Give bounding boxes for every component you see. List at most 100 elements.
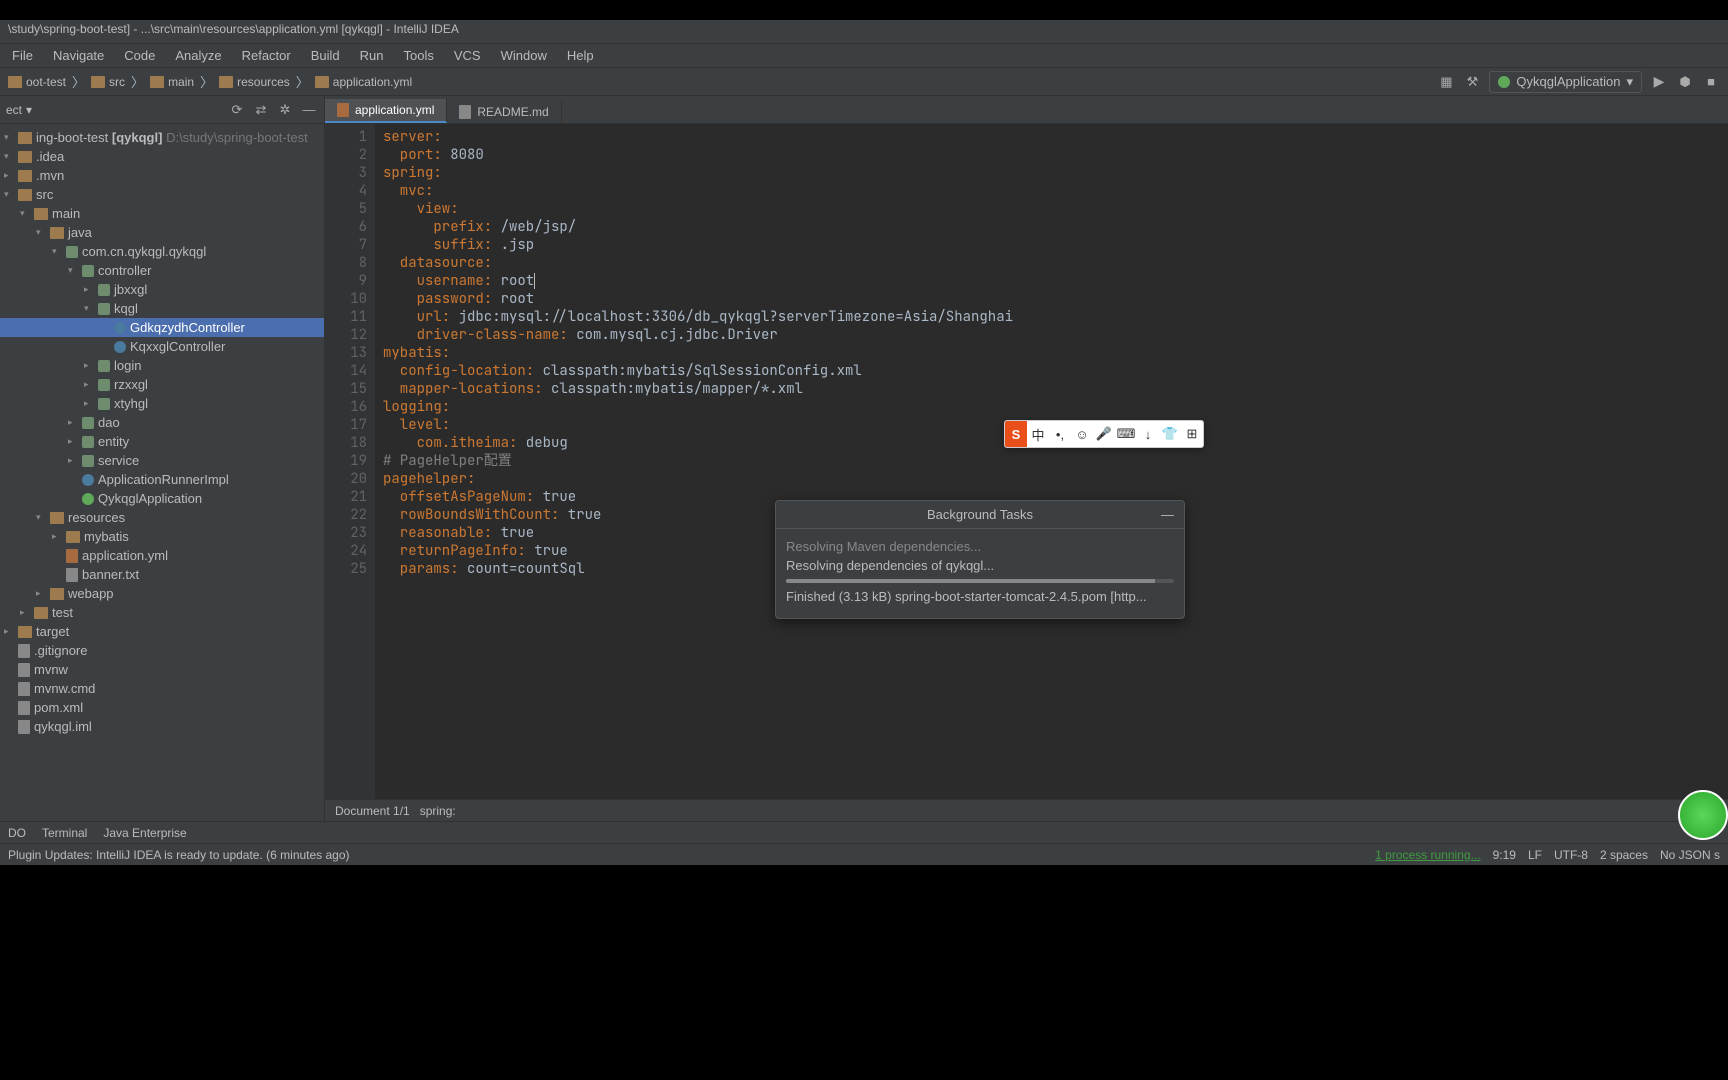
json-schema[interactable]: No JSON s [1660,848,1720,862]
folder-icon [18,626,32,638]
tool-window-terminal[interactable]: Terminal [42,826,87,840]
ime-button[interactable]: ⊞ [1181,421,1203,447]
encoding[interactable]: UTF-8 [1554,848,1588,862]
tree-item-entity[interactable]: ▸entity [0,432,324,451]
menu-analyze[interactable]: Analyze [167,46,229,65]
tree-item-service[interactable]: ▸service [0,451,324,470]
folder-icon [66,531,80,543]
tree-item-controller[interactable]: ▾controller [0,261,324,280]
ime-button[interactable]: 中 [1027,421,1049,447]
project-tree[interactable]: ▾ing-boot-test [qykqgl] D:\study\spring-… [0,124,324,821]
menu-help[interactable]: Help [559,46,602,65]
tab-application-yml[interactable]: application.yml [325,99,447,123]
menu-file[interactable]: File [4,46,41,65]
chevron-right-icon: 〉 [296,72,309,91]
tree-item-com-cn-qykqgl-qykqgl[interactable]: ▾com.cn.qykqgl.qykqgl [0,242,324,261]
tree-item-mvnw-cmd[interactable]: mvnw.cmd [0,679,324,698]
tree-item-mvnw[interactable]: mvnw [0,660,324,679]
hammer-icon[interactable]: ⚒ [1463,73,1481,91]
tab-readme-md[interactable]: README.md [447,101,561,123]
tree-item-applicationrunnerimpl[interactable]: ApplicationRunnerImpl [0,470,324,489]
menu-refactor[interactable]: Refactor [234,46,299,65]
bg-tasks-title: Background Tasks — [776,501,1184,529]
tree-item-gdkqzydhcontroller[interactable]: GdkqzydhController [0,318,324,337]
tree-item-kqgl[interactable]: ▾kqgl [0,299,324,318]
menu-run[interactable]: Run [352,46,392,65]
editor-breadcrumb: Document 1/1 spring: [325,799,1728,821]
tree-item-application-yml[interactable]: application.yml [0,546,324,565]
processes-link[interactable]: 1 process running... [1375,848,1480,862]
menu-build[interactable]: Build [303,46,348,65]
bg-task-line: Finished (3.13 kB) spring-boot-starter-t… [786,589,1174,604]
titlebar: \study\spring-boot-test] - ...\src\main\… [0,20,1728,44]
chevron-right-icon: 〉 [72,72,85,91]
breadcrumb-item[interactable]: oot-test [8,75,66,89]
class-icon [114,322,126,334]
ime-button[interactable]: •, [1049,421,1071,447]
tree-item-test[interactable]: ▸test [0,603,324,622]
tree-item-resources[interactable]: ▾resources [0,508,324,527]
breadcrumb-item[interactable]: main [150,75,194,89]
ime-button[interactable]: ⌨ [1115,421,1137,447]
minimize-icon[interactable]: — [1161,507,1174,522]
tree-root[interactable]: ▾ing-boot-test [qykqgl] D:\study\spring-… [0,128,324,147]
menu-code[interactable]: Code [116,46,163,65]
tree-item-webapp[interactable]: ▸webapp [0,584,324,603]
collapse-icon[interactable]: ⇄ [252,101,270,119]
run-button[interactable]: ▶ [1650,73,1668,91]
tree-item-banner-txt[interactable]: banner.txt [0,565,324,584]
stop-button[interactable]: ■ [1702,73,1720,91]
run-config-dropdown[interactable]: QykqglApplication ▾ [1489,71,1642,93]
ime-button[interactable]: ↓ [1137,421,1159,447]
ime-button[interactable]: 👕 [1159,421,1181,447]
debug-button[interactable]: ⬢ [1676,73,1694,91]
breadcrumb-item[interactable]: application.yml [315,75,412,89]
code-editor[interactable]: 1234567891011121314151617181920212223242… [325,124,1728,799]
breadcrumb-item[interactable]: resources [219,75,290,89]
tree-item-target[interactable]: ▸target [0,622,324,641]
tree-item-main[interactable]: ▾main [0,204,324,223]
indent[interactable]: 2 spaces [1600,848,1648,862]
menu-navigate[interactable]: Navigate [45,46,112,65]
assistant-bubble[interactable] [1678,790,1728,840]
tree-item-kqxxglcontroller[interactable]: KqxxglController [0,337,324,356]
build-icon[interactable]: ▦ [1437,73,1455,91]
menu-vcs[interactable]: VCS [446,46,489,65]
tree-item-qykqgl-iml[interactable]: qykqgl.iml [0,717,324,736]
class-icon [114,341,126,353]
ime-button[interactable]: 🎤 [1093,421,1115,447]
tool-window-do[interactable]: DO [8,826,26,840]
folder-icon [219,76,233,88]
tree-item-src[interactable]: ▾src [0,185,324,204]
tree-item--mvn[interactable]: ▸.mvn [0,166,324,185]
status-bar: Plugin Updates: IntelliJ IDEA is ready t… [0,843,1728,865]
tree-item-jbxxgl[interactable]: ▸jbxxgl [0,280,324,299]
tree-item-qykqglapplication[interactable]: QykqglApplication [0,489,324,508]
ime-button[interactable]: S [1005,421,1027,447]
breadcrumb-item[interactable]: src [91,75,125,89]
tree-item--idea[interactable]: ▾.idea [0,147,324,166]
chevron-down-icon[interactable]: ▾ [26,103,32,117]
tree-item-xtyhgl[interactable]: ▸xtyhgl [0,394,324,413]
file-icon [18,663,30,677]
select-opened-file-icon[interactable]: ⟳ [228,101,246,119]
tree-item-pom-xml[interactable]: pom.xml [0,698,324,717]
menu-window[interactable]: Window [493,46,555,65]
tree-item--gitignore[interactable]: .gitignore [0,641,324,660]
tree-item-login[interactable]: ▸login [0,356,324,375]
ime-button[interactable]: ☺ [1071,421,1093,447]
menu-tools[interactable]: Tools [396,46,442,65]
tree-item-dao[interactable]: ▸dao [0,413,324,432]
gear-icon[interactable]: ✲ [276,101,294,119]
code-lines[interactable]: server: port: 8080spring: mvc: view: pre… [375,124,1728,799]
yaml-path[interactable]: spring: [420,804,456,818]
tree-item-rzxxgl[interactable]: ▸rzxxgl [0,375,324,394]
tree-item-java[interactable]: ▾java [0,223,324,242]
tool-window-java-enterprise[interactable]: Java Enterprise [103,826,186,840]
tree-item-mybatis[interactable]: ▸mybatis [0,527,324,546]
line-separator[interactable]: LF [1528,848,1542,862]
hide-icon[interactable]: — [300,101,318,119]
ime-toolbar[interactable]: S中•,☺🎤⌨↓👕⊞ [1004,420,1204,448]
tool-window-bar: DO Terminal Java Enterprise [0,821,1728,843]
folder-icon [50,227,64,239]
